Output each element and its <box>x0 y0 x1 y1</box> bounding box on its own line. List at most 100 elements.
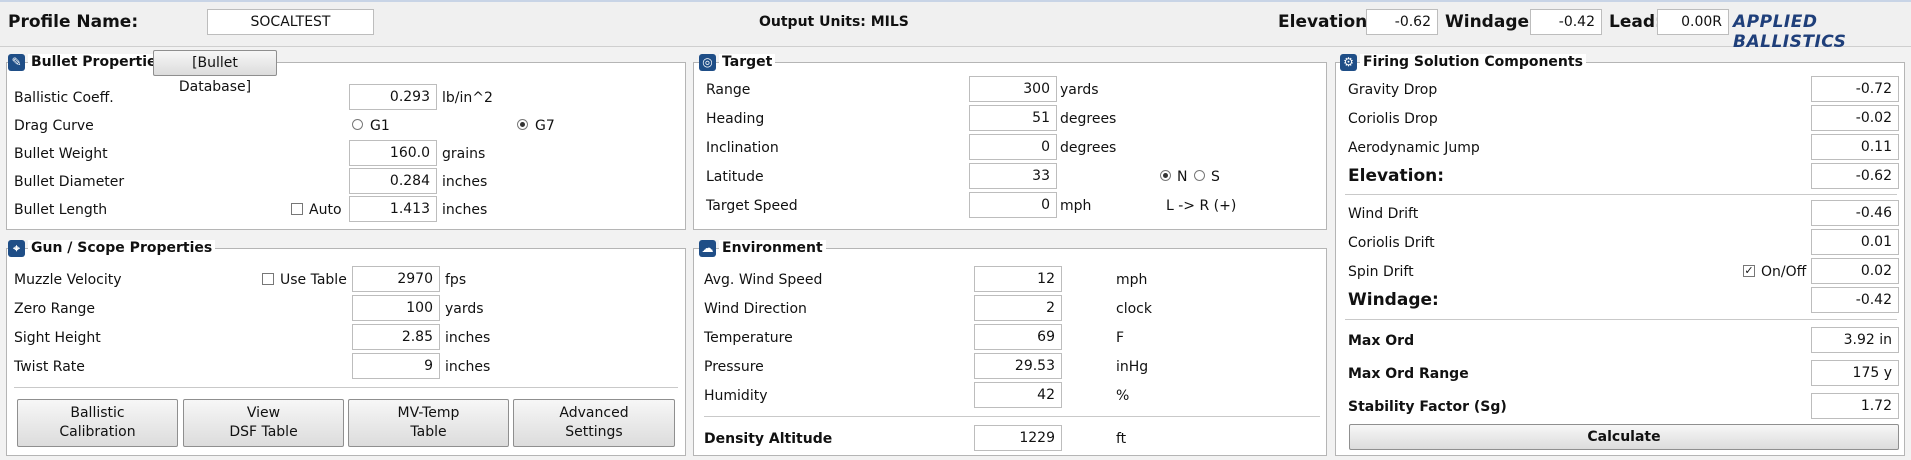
g7-radio[interactable] <box>517 119 528 130</box>
wind-drift-label: Wind Drift <box>1348 206 1419 222</box>
target-title: Target <box>719 54 776 70</box>
lead-label: Lead: <box>1609 12 1662 32</box>
windage-label: Windage: <box>1445 12 1536 32</box>
humidity-unit: % <box>1116 388 1130 404</box>
elevation-output: -0.62 <box>1366 9 1438 35</box>
gun-scope-title: Gun / Scope Properties <box>28 240 216 256</box>
drag-curve-label: Drag Curve <box>14 118 94 134</box>
max-ord-label: Max Ord <box>1348 333 1415 349</box>
zero-range-input[interactable]: 100 <box>352 295 440 321</box>
pressure-input[interactable]: 29.53 <box>974 353 1062 379</box>
wind-direction-label: Wind Direction <box>704 301 807 317</box>
direction-note: L -> R (+) <box>1166 198 1237 214</box>
wind-direction-unit: clock <box>1116 301 1152 317</box>
divider <box>14 387 678 388</box>
divider <box>1345 194 1897 195</box>
applied-ballistics-logo: APPLIED BALLISTICS <box>1733 12 1847 52</box>
muzzle-velocity-label: Muzzle Velocity <box>14 272 122 288</box>
temperature-label: Temperature <box>704 330 793 346</box>
bullet-properties-panel <box>6 62 686 230</box>
firing-solution-title: Firing Solution Components <box>1360 54 1586 70</box>
advanced-settings-button[interactable]: Advanced Settings <box>513 399 675 447</box>
bullet-weight-unit: grains <box>442 146 486 162</box>
solution-elevation-output: -0.62 <box>1811 163 1899 189</box>
temperature-unit: F <box>1116 330 1125 346</box>
bullet-weight-input[interactable]: 160.0 <box>349 140 437 166</box>
heading-label: Heading <box>706 111 765 127</box>
humidity-input[interactable]: 42 <box>974 382 1062 408</box>
wind-drift-output: -0.46 <box>1811 200 1899 226</box>
output-units-label: Output Units: MILS <box>759 14 909 30</box>
range-label: Range <box>706 82 751 98</box>
target-speed-label: Target Speed <box>706 198 798 214</box>
ballistic-coeff-input[interactable]: 0.293 <box>349 84 437 110</box>
density-altitude-output: 1229 <box>974 425 1062 451</box>
wind-direction-input[interactable]: 2 <box>974 295 1062 321</box>
auto-checkbox[interactable] <box>291 203 303 215</box>
bullet-diameter-input[interactable]: 0.284 <box>349 168 437 194</box>
gravity-drop-label: Gravity Drop <box>1348 82 1438 98</box>
wind-speed-input[interactable]: 12 <box>974 266 1062 292</box>
target-speed-input[interactable]: 0 <box>969 192 1057 218</box>
density-altitude-label: Density Altitude <box>704 431 833 447</box>
max-ord-range-output: 175 y <box>1811 360 1899 386</box>
solution-windage-label: Windage: <box>1348 290 1439 310</box>
pressure-label: Pressure <box>704 359 764 375</box>
pencil-icon: ✎ <box>8 54 25 71</box>
latitude-input[interactable]: 33 <box>969 163 1057 189</box>
target-icon: ◎ <box>699 54 716 71</box>
bullet-database-button[interactable]: [Bullet Database] <box>153 50 277 95</box>
mv-temp-table-button[interactable]: MV-Temp Table <box>348 399 509 447</box>
solution-windage-output: -0.42 <box>1811 287 1899 313</box>
inclination-input[interactable]: 0 <box>969 134 1057 160</box>
bullet-length-input[interactable]: 1.413 <box>349 196 437 222</box>
temperature-input[interactable]: 69 <box>974 324 1062 350</box>
calculate-button[interactable]: Calculate <box>1349 424 1899 450</box>
zero-range-label: Zero Range <box>14 301 96 317</box>
twist-rate-label: Twist Rate <box>14 359 85 375</box>
coriolis-drift-output: 0.01 <box>1811 229 1899 255</box>
ballistic-calibration-button[interactable]: Ballistic Calibration <box>17 399 178 447</box>
elevation-label: Elevation: <box>1278 12 1375 32</box>
ballistic-coeff-unit: lb/in^2 <box>442 90 493 106</box>
environment-title: Environment <box>719 240 826 256</box>
target-speed-unit: mph <box>1060 198 1092 214</box>
coriolis-drop-output: -0.02 <box>1811 105 1899 131</box>
cloud-icon: ☁ <box>699 240 716 257</box>
stability-factor-label: Stability Factor (Sg) <box>1348 399 1507 415</box>
heading-unit: degrees <box>1060 111 1117 127</box>
sight-height-label: Sight Height <box>14 330 101 346</box>
g1-radio[interactable] <box>352 119 363 130</box>
ballistic-coeff-label: Ballistic Coeff. <box>14 90 114 106</box>
south-radio[interactable] <box>1194 170 1205 181</box>
max-ord-range-label: Max Ord Range <box>1348 366 1469 382</box>
zero-range-unit: yards <box>445 301 484 317</box>
gear-icon: ⚙ <box>1340 54 1357 71</box>
twist-rate-unit: inches <box>445 359 491 375</box>
north-label: N <box>1177 169 1188 185</box>
humidity-label: Humidity <box>704 388 768 404</box>
latitude-label: Latitude <box>706 169 764 185</box>
aerodynamic-jump-label: Aerodynamic Jump <box>1348 140 1480 156</box>
wind-speed-label: Avg. Wind Speed <box>704 272 823 288</box>
view-dsf-table-button[interactable]: View DSF Table <box>183 399 344 447</box>
range-input[interactable]: 300 <box>969 76 1057 102</box>
south-label: S <box>1211 169 1220 185</box>
range-unit: yards <box>1060 82 1099 98</box>
lead-output: 0.00R <box>1657 9 1729 35</box>
sight-height-input[interactable]: 2.85 <box>352 324 440 350</box>
bullet-length-label: Bullet Length <box>14 202 108 218</box>
muzzle-velocity-input[interactable]: 2970 <box>352 266 440 292</box>
use-table-checkbox[interactable] <box>262 273 274 285</box>
g7-label: G7 <box>535 118 555 134</box>
heading-input[interactable]: 51 <box>969 105 1057 131</box>
spin-drift-output: 0.02 <box>1811 258 1899 284</box>
g1-label: G1 <box>370 118 390 134</box>
twist-rate-input[interactable]: 9 <box>352 353 440 379</box>
north-radio[interactable] <box>1160 170 1171 181</box>
windage-output: -0.42 <box>1530 9 1602 35</box>
spin-drift-checkbox[interactable]: ✓ <box>1743 265 1755 277</box>
wind-speed-unit: mph <box>1116 272 1148 288</box>
pressure-unit: inHg <box>1116 359 1149 375</box>
profile-name-field[interactable]: SOCALTEST <box>207 9 374 35</box>
